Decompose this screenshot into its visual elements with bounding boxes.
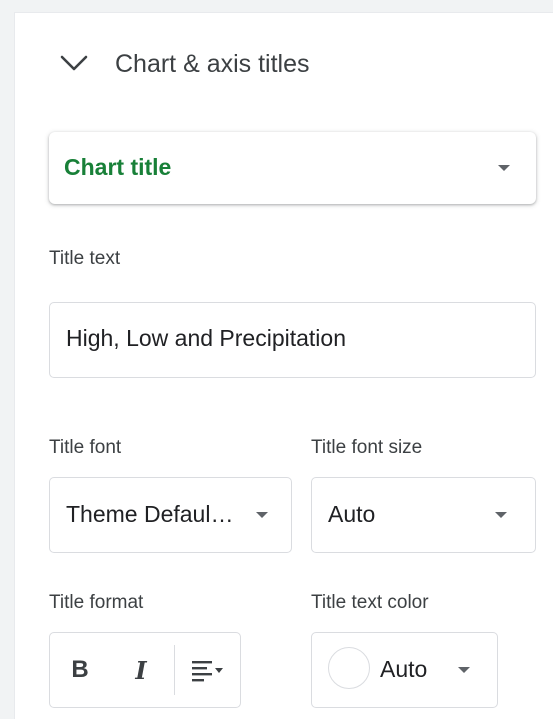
title-text-input[interactable]: High, Low and Precipitation [49, 302, 536, 378]
title-font-value: Theme Defaul… [66, 501, 234, 527]
caret-down-icon [495, 512, 507, 518]
align-dropdown-button[interactable] [176, 633, 240, 707]
title-font-label: Title font [49, 437, 122, 458]
title-format-label: Title format [49, 592, 144, 613]
section-title: Chart & axis titles [115, 50, 310, 78]
color-swatch [328, 647, 370, 689]
title-type-dropdown[interactable]: Chart title [49, 132, 536, 204]
italic-icon: I [135, 655, 147, 685]
title-format-group: B I [49, 632, 241, 708]
section-header-chart-axis-titles[interactable]: Chart & axis titles [15, 13, 553, 121]
title-text-color-dropdown[interactable]: Auto [311, 632, 498, 708]
chevron-down-icon[interactable] [59, 53, 89, 73]
caret-down-icon [256, 512, 268, 518]
chart-editor-panel: Chart & axis titles Chart title Title te… [14, 12, 553, 719]
caret-down-icon [498, 165, 510, 171]
title-font-size-dropdown[interactable]: Auto [311, 477, 536, 553]
bold-button[interactable]: B [50, 633, 110, 707]
format-divider [174, 645, 175, 695]
bold-icon: B [71, 656, 89, 683]
title-text-value: High, Low and Precipitation [66, 325, 346, 351]
caret-down-icon [458, 667, 470, 673]
title-font-size-value: Auto [328, 501, 376, 527]
title-font-dropdown[interactable]: Theme Defaul… [49, 477, 292, 553]
title-text-color-value: Auto [380, 656, 428, 682]
italic-button[interactable]: I [110, 633, 172, 707]
title-type-selected: Chart title [64, 154, 172, 180]
align-left-icon [192, 661, 223, 682]
title-font-size-label: Title font size [311, 437, 423, 458]
title-text-color-label: Title text color [311, 592, 429, 613]
title-text-label: Title text [49, 248, 121, 269]
